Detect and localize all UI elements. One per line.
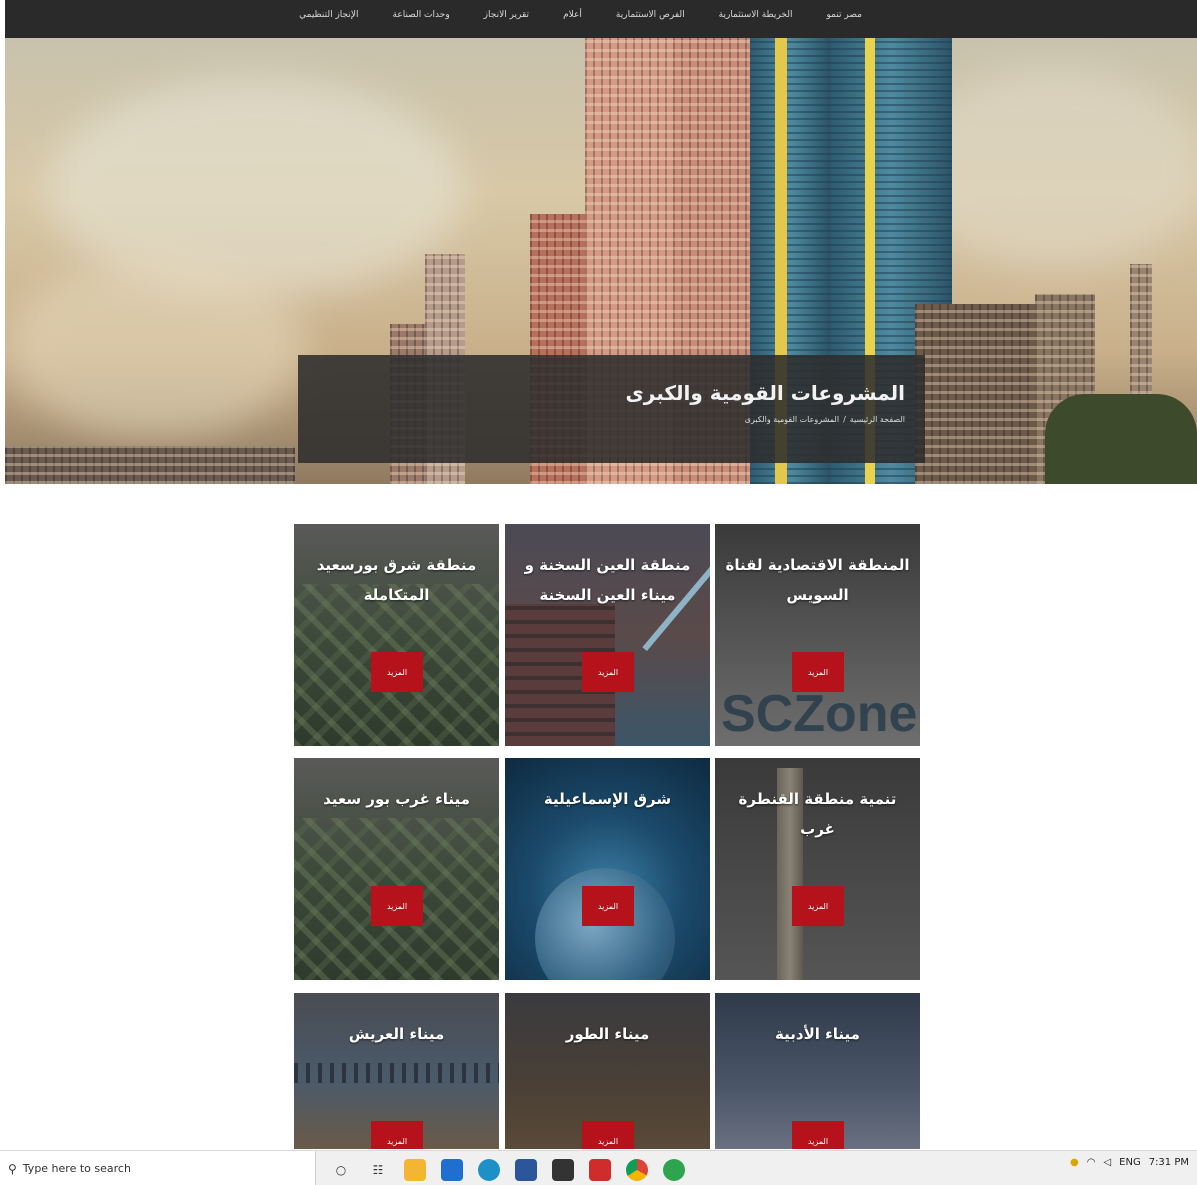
more-button[interactable]: المزيد	[792, 886, 844, 926]
project-card[interactable]: شرق الإسماعيلية المزيد	[505, 758, 710, 980]
more-button[interactable]: المزيد	[371, 652, 423, 692]
project-card[interactable]: ميناء الأدبية المزيد	[715, 993, 920, 1149]
hero-caption-box: المشروعات القومية والكبرى الصفحة الرئيسي…	[298, 355, 925, 463]
building	[915, 304, 1035, 484]
project-card[interactable]: ميناء غرب بور سعيد المزيد	[294, 758, 499, 980]
card-title: منطقة شرق بورسعيد المتكاملة	[316, 556, 477, 604]
more-button[interactable]: المزيد	[792, 1121, 844, 1149]
wifi-icon[interactable]: ◠	[1087, 1157, 1096, 1168]
page-title: المشروعات القومية والكبرى	[625, 381, 905, 405]
nav-links: مصر تنمو الخريطة الاستثمارية الفرص الاست…	[282, 0, 879, 30]
volume-icon[interactable]: ◁	[1103, 1157, 1111, 1168]
app-icon[interactable]	[552, 1159, 574, 1181]
more-button[interactable]: المزيد	[371, 1121, 423, 1149]
page: مصر تنمو الخريطة الاستثمارية الفرص الاست…	[0, 0, 1197, 1185]
system-tray: ● ◠ ◁ ENG 7:31 PM	[1070, 1157, 1189, 1168]
taskbar-apps: ○ ☷	[330, 1157, 685, 1183]
edge-icon[interactable]	[478, 1159, 500, 1181]
trees	[1045, 394, 1197, 484]
pdf-icon[interactable]	[589, 1159, 611, 1181]
building	[5, 446, 295, 484]
project-card[interactable]: SCZone المنطقة الاقتصادية لقناة السويس ا…	[715, 524, 920, 746]
word-icon[interactable]	[515, 1159, 537, 1181]
more-button[interactable]: المزيد	[371, 886, 423, 926]
more-button[interactable]: المزيد	[792, 652, 844, 692]
card-title: منطقة العين السخنة و ميناء العين السخنة	[524, 556, 691, 604]
nav-item-egypt-grows[interactable]: مصر تنمو	[809, 10, 879, 20]
cortana-icon[interactable]: ○	[330, 1159, 352, 1181]
project-card[interactable]: تنمية منطقة القنطرة غرب المزيد	[715, 758, 920, 980]
app-icon-green[interactable]	[663, 1159, 685, 1181]
project-card[interactable]: منطقة شرق بورسعيد المتكاملة المزيد	[294, 524, 499, 746]
card-title: شرق الإسماعيلية	[543, 790, 672, 808]
breadcrumb: الصفحة الرئيسية / المشروعات القومية والك…	[745, 415, 905, 424]
os-taskbar: ⚲ Type here to search ○ ☷ ● ◠ ◁ ENG 7:31…	[0, 1150, 1197, 1185]
card-title: تنمية منطقة القنطرة غرب	[738, 790, 897, 838]
card-bg-port	[294, 1063, 499, 1083]
language-indicator[interactable]: ENG	[1119, 1157, 1141, 1168]
nav-item-organizational[interactable]: الإنجاز التنظيمي	[282, 10, 375, 20]
card-title: ميناء الطور	[565, 1025, 650, 1043]
sky-cloud	[5, 258, 305, 438]
task-view-icon[interactable]: ☷	[367, 1159, 389, 1181]
chrome-icon[interactable]	[626, 1159, 648, 1181]
file-explorer-icon[interactable]	[404, 1159, 426, 1181]
card-title: المنطقة الاقتصادية لقناة السويس	[725, 556, 910, 604]
breadcrumb-separator: /	[843, 415, 846, 424]
project-card[interactable]: منطقة العين السخنة و ميناء العين السخنة …	[505, 524, 710, 746]
nav-item-achievement-report[interactable]: تقرير الانجاز	[467, 10, 546, 20]
breadcrumb-current: المشروعات القومية والكبرى	[744, 415, 840, 424]
nav-item-investment-map[interactable]: الخريطة الاستثمارية	[702, 10, 810, 20]
taskbar-search-placeholder: Type here to search	[22, 1162, 131, 1175]
weather-icon[interactable]: ●	[1070, 1157, 1079, 1168]
card-title: ميناء غرب بور سعيد	[323, 790, 470, 808]
search-icon: ⚲	[8, 1161, 17, 1176]
hero-banner: المشروعات القومية والكبرى الصفحة الرئيسي…	[5, 38, 1197, 484]
breadcrumb-home-link[interactable]: الصفحة الرئيسية	[850, 415, 905, 424]
project-card[interactable]: ميناء الطور المزيد	[505, 993, 710, 1149]
card-title: ميناء العريش	[348, 1025, 445, 1043]
taskbar-clock[interactable]: 7:31 PM	[1149, 1157, 1189, 1168]
project-card[interactable]: ميناء العريش المزيد	[294, 993, 499, 1149]
more-button[interactable]: المزيد	[582, 652, 634, 692]
more-button[interactable]: المزيد	[582, 1121, 634, 1149]
nav-item-media[interactable]: أعلام	[546, 10, 599, 20]
taskbar-search-box[interactable]: ⚲ Type here to search	[0, 1151, 316, 1185]
nav-item-industry-units[interactable]: وحدات الصناعة	[376, 10, 467, 20]
card-title: ميناء الأدبية	[775, 1025, 860, 1043]
store-icon[interactable]	[441, 1159, 463, 1181]
more-button[interactable]: المزيد	[582, 886, 634, 926]
top-nav-bar: مصر تنمو الخريطة الاستثمارية الفرص الاست…	[5, 0, 1197, 38]
nav-item-investment-opportunities[interactable]: الفرص الاستثمارية	[599, 10, 702, 20]
card-bg-logo-text: SCZone	[721, 685, 918, 743]
